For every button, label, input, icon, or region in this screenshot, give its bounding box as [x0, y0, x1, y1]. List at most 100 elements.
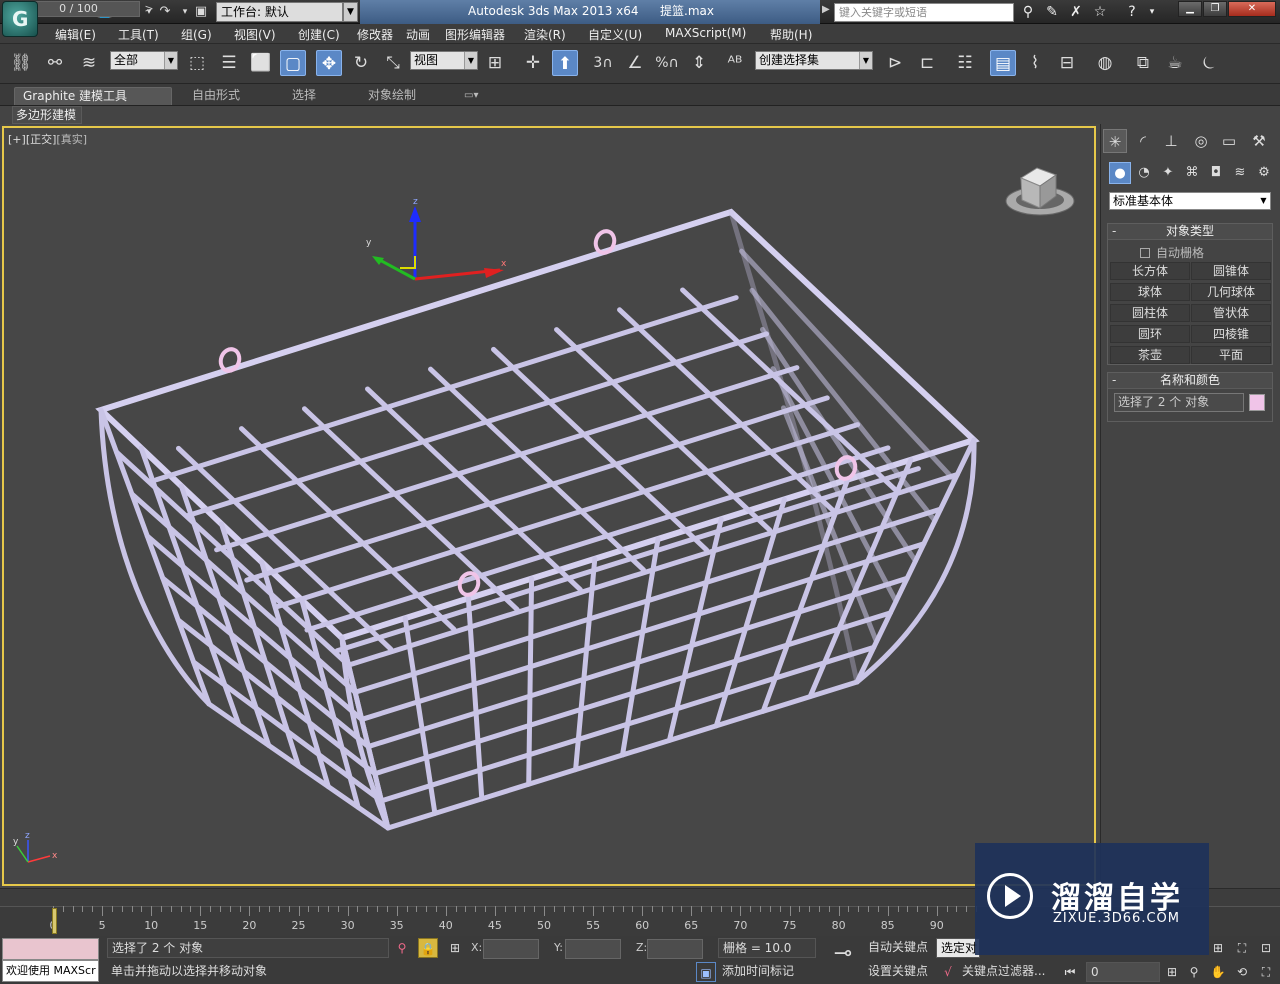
set-key-button[interactable]: 设置关键点 — [864, 962, 932, 982]
render-teapot-icon[interactable]: ⏾ — [1196, 50, 1222, 76]
set-key-icon[interactable]: ⊸ — [826, 943, 860, 974]
subscription-icon[interactable]: ✎ — [1042, 3, 1062, 21]
cone-button[interactable]: 圆锥体 — [1191, 262, 1271, 280]
time-config-icon[interactable]: ⊞ — [1162, 962, 1182, 982]
auto-key-button[interactable]: 自动关键点 — [864, 938, 932, 958]
edit-named-selection-icon[interactable]: ᴬᴮ — [722, 50, 748, 76]
select-rotate-icon[interactable]: ↻ — [348, 50, 374, 76]
move-gizmo[interactable]: z y x — [366, 197, 507, 281]
object-type-header[interactable]: - 对象类型 — [1108, 224, 1272, 240]
ribbon-options-icon[interactable]: ▭▾ — [456, 87, 486, 105]
zoom-extents-icon[interactable]: ⛶ — [1232, 938, 1252, 958]
key-curve-icon[interactable]: √ — [938, 962, 958, 982]
angle-snap-icon[interactable]: ∠ — [622, 50, 648, 76]
percent-snap-icon[interactable]: %∩ — [654, 50, 680, 76]
tab-freeform[interactable]: 自由形式 — [184, 87, 248, 105]
display-tab-icon[interactable]: ▭ — [1217, 129, 1241, 153]
reference-coordinate-select[interactable]: 视图 ▼ — [410, 51, 478, 70]
keyboard-shortcut-override-icon[interactable]: ⬆ — [552, 50, 578, 76]
current-frame-field[interactable]: 0 — [1086, 962, 1160, 982]
pyramid-button[interactable]: 四棱锥 — [1191, 325, 1271, 343]
plane-button[interactable]: 平面 — [1191, 346, 1271, 364]
curve-editor-icon[interactable]: ⌇ — [1022, 50, 1048, 76]
unlink-icon[interactable]: ⚯ — [42, 50, 68, 76]
rendered-frame-icon[interactable]: ☕ — [1162, 50, 1188, 76]
zoom-icon[interactable]: ⚲ — [1184, 962, 1204, 982]
absolute-mode-icon[interactable]: ⊞ — [445, 938, 465, 958]
maximize-viewport-icon[interactable]: ⛶ — [1256, 962, 1276, 982]
time-tag-icon[interactable]: ▣ — [696, 962, 716, 982]
app-menu-button[interactable]: G — [2, 1, 38, 37]
selected-key-dropdown[interactable]: 选定对 — [936, 938, 980, 958]
object-name-field[interactable]: 选择了 2 个 对象 — [1114, 393, 1244, 412]
search-input[interactable]: 键入关键字或短语 — [834, 3, 1014, 22]
tab-graphite-modeling[interactable]: Graphite 建模工具 — [14, 87, 172, 105]
viewcube[interactable] — [1005, 167, 1075, 216]
rectangular-selection-icon[interactable]: ⬜ — [248, 50, 274, 76]
window-crossing-icon[interactable]: ▢ — [280, 50, 306, 76]
expand-arrow-icon[interactable]: ▶ — [822, 4, 830, 15]
redo-icon[interactable]: ↷ — [156, 3, 174, 21]
name-color-header[interactable]: - 名称和颜色 — [1108, 373, 1272, 389]
add-time-tag-button[interactable]: 添加时间标记 — [718, 962, 816, 982]
wire-basket[interactable] — [95, 208, 980, 831]
pan-icon[interactable]: ✋ — [1208, 962, 1228, 982]
tab-selection[interactable]: 选择 — [284, 87, 324, 105]
graphite-toggle-icon[interactable]: ▤ — [990, 50, 1016, 76]
menu-maxscript[interactable]: MAXScript(M) — [665, 26, 746, 40]
layer-manager-icon[interactable]: ☷ — [952, 50, 978, 76]
geometry-category-select[interactable]: 标准基本体 ▼ — [1109, 192, 1271, 210]
schematic-view-icon[interactable]: ⊟ — [1054, 50, 1080, 76]
help-dropdown-icon[interactable]: ▾ — [1142, 3, 1162, 21]
render-setup-icon[interactable]: ⧉ — [1130, 50, 1156, 76]
torus-button[interactable]: 圆环 — [1110, 325, 1190, 343]
zoom-extents-all-icon[interactable]: ⊡ — [1256, 938, 1276, 958]
link-icon[interactable]: ⛓ — [8, 50, 34, 76]
menu-animation[interactable]: 动画 — [406, 26, 430, 43]
binoculars-icon[interactable]: ⚲ — [1018, 3, 1038, 21]
x-coord-field[interactable] — [483, 939, 539, 959]
helpers-icon[interactable]: ◘ — [1205, 162, 1227, 184]
z-coord-field[interactable] — [647, 939, 703, 959]
teapot-button[interactable]: 茶壶 — [1110, 346, 1190, 364]
menu-group[interactable]: 组(G) — [181, 26, 212, 43]
selection-filter-select[interactable]: 全部 ▼ — [110, 51, 178, 70]
menu-tools[interactable]: 工具(T) — [118, 26, 159, 43]
chevron-down-icon[interactable]: ▼ — [343, 2, 358, 22]
modify-tab-icon[interactable]: ◜ — [1131, 129, 1155, 153]
menu-edit[interactable]: 编辑(E) — [55, 26, 96, 43]
tube-button[interactable]: 管状体 — [1191, 304, 1271, 322]
y-coord-field[interactable] — [565, 939, 621, 959]
cameras-icon[interactable]: ⌘ — [1181, 162, 1203, 184]
goto-start-icon[interactable]: ⏮ — [1060, 962, 1080, 982]
autogrid-checkbox[interactable]: 自动栅格 — [1140, 244, 1204, 261]
frame-ruler[interactable]: 051015202530354045505560657075808590 — [44, 906, 978, 936]
project-folder-icon[interactable]: ▣ — [192, 3, 210, 21]
motion-tab-icon[interactable]: ◎ — [1189, 129, 1213, 153]
sphere-button[interactable]: 球体 — [1110, 283, 1190, 301]
hierarchy-tab-icon[interactable]: ⊥ — [1159, 129, 1183, 153]
current-frame-marker[interactable] — [52, 908, 57, 934]
zoom-all-icon[interactable]: ⊞ — [1208, 938, 1228, 958]
perspective-viewport[interactable]: [+][正交][真实] z y x z x y — [2, 126, 1096, 886]
cylinder-button[interactable]: 圆柱体 — [1110, 304, 1190, 322]
menu-customize[interactable]: 自定义(U) — [588, 26, 642, 43]
menu-create[interactable]: 创建(C) — [298, 26, 340, 43]
help-icon[interactable]: ? — [1122, 3, 1142, 21]
menu-help[interactable]: 帮助(H) — [770, 26, 812, 43]
orbit-icon[interactable]: ⟲ — [1232, 962, 1252, 982]
favorites-icon[interactable]: ☆ — [1090, 3, 1110, 21]
menu-modifiers[interactable]: 修改器 — [357, 26, 393, 43]
minimize-button[interactable]: ▁ — [1178, 1, 1202, 17]
checkbox-icon[interactable] — [1140, 248, 1150, 258]
utilities-tab-icon[interactable]: ⚒ — [1247, 129, 1271, 153]
spacewarps-icon[interactable]: ≋ — [1229, 162, 1251, 184]
bind-spacewarp-icon[interactable]: ≋ — [76, 50, 102, 76]
geometry-icon[interactable]: ● — [1109, 162, 1131, 184]
select-move-icon[interactable]: ✥ — [316, 50, 342, 76]
selection-lock-icon[interactable]: 🔒 — [418, 938, 438, 958]
maxscript-listener-mini[interactable] — [2, 938, 99, 960]
polygon-modeling-tab[interactable]: 多边形建模 — [12, 106, 82, 124]
object-color-swatch[interactable] — [1249, 394, 1265, 411]
select-object-icon[interactable]: ⬚ — [184, 50, 210, 76]
